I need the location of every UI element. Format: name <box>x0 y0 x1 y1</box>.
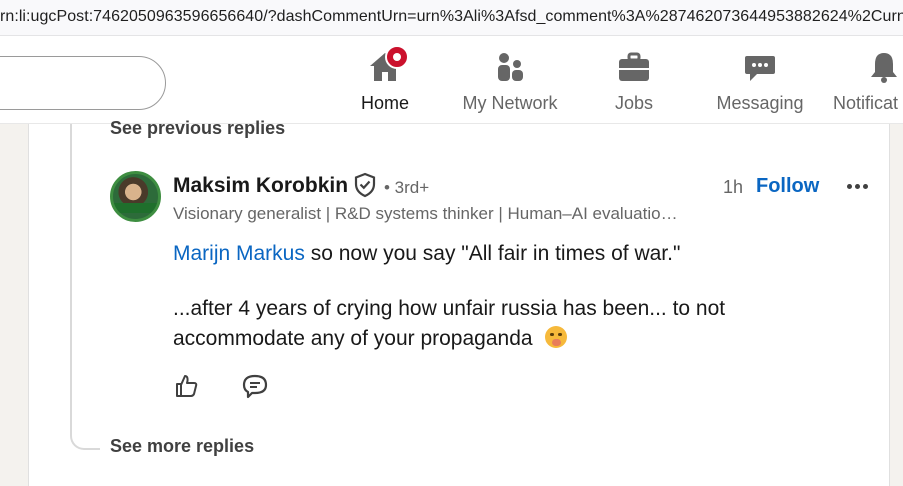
url-text[interactable]: rn:li:ugcPost:7462050963596656640/?dashC… <box>0 8 903 26</box>
nav-item-home[interactable]: Home <box>345 36 425 124</box>
comment-blank-line <box>173 268 813 295</box>
nav-label-my-network: My Network <box>462 93 558 113</box>
reply-button[interactable] <box>241 372 269 400</box>
comment-line-2: ...after 4 years of crying how unfair ru… <box>173 297 726 320</box>
nav-label-notifications: Notificat <box>833 93 899 113</box>
more-options-button[interactable] <box>844 172 872 200</box>
briefcase-icon <box>617 50 651 84</box>
mention-link[interactable]: Marijn Markus <box>173 242 305 265</box>
chat-icon <box>743 50 777 84</box>
notification-badge <box>385 45 409 69</box>
people-icon <box>493 50 527 84</box>
thumbs-up-icon <box>173 375 199 401</box>
nav-item-jobs[interactable]: Jobs <box>604 36 664 124</box>
comment-text-3: accommodate any of your propaganda <box>173 327 533 350</box>
bell-icon <box>867 50 901 84</box>
connection-degree: • 3rd+ <box>384 178 430 197</box>
top-nav: Home My Network Jobs Messaging Notificat <box>0 36 903 124</box>
timestamp: 1h <box>723 177 744 197</box>
browser-url-bar[interactable]: rn:li:ugcPost:7462050963596656640/?dashC… <box>0 0 903 36</box>
avatar[interactable] <box>110 171 161 222</box>
shield-check-icon <box>353 172 377 198</box>
home-icon <box>368 45 409 84</box>
follow-button[interactable]: Follow <box>756 175 819 198</box>
comment-line-3: accommodate any of your propaganda <box>173 323 813 353</box>
comment-line-1: Marijn Markus so now you say "All fair i… <box>173 240 813 268</box>
nav-item-my-network[interactable]: My Network <box>452 36 568 124</box>
nav-label-messaging: Messaging <box>716 93 804 113</box>
nav-label-home: Home <box>360 93 409 113</box>
nav-item-notifications[interactable]: Notificat <box>830 36 903 124</box>
nav-label-jobs: Jobs <box>614 93 654 113</box>
see-previous-replies-button[interactable]: See previous replies <box>110 118 285 139</box>
author-headline: Visionary generalist | R&D systems think… <box>173 204 678 223</box>
nav-item-messaging[interactable]: Messaging <box>710 36 810 124</box>
search-input[interactable] <box>0 56 166 110</box>
like-button[interactable] <box>172 372 200 400</box>
comment-bubble-icon <box>241 374 269 403</box>
see-more-replies-button[interactable]: See more replies <box>110 436 254 457</box>
author-name[interactable]: Maksim Korobkin <box>173 174 348 198</box>
comment-text-1: so now you say "All fair in times of war… <box>304 242 681 265</box>
face-with-hand-over-mouth-emoji <box>544 326 567 348</box>
comment-body: Marijn Markus so now you say "All fair i… <box>173 240 813 353</box>
thread-connector-line <box>70 124 100 450</box>
more-dots-icon <box>847 184 852 189</box>
